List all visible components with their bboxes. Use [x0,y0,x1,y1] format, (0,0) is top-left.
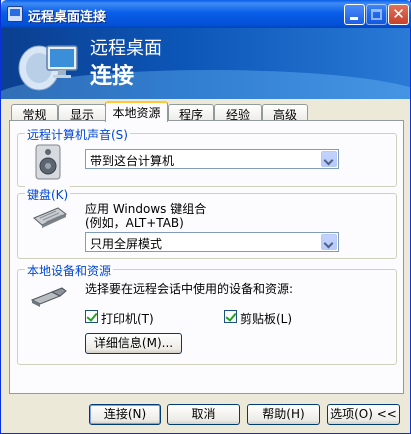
tab-general[interactable]: 常规 [11,104,58,122]
keyboard-dropdown-arrow-icon[interactable] [321,234,337,250]
keyboard-group: 键盘(K) 应用 Windows 键组合 (例如，ALT+TAB) 只用全屏模式 [17,186,397,259]
details-button[interactable]: 详细信息(M)... [85,333,182,354]
remote-desktop-logo-icon [18,45,78,91]
usb-plug-icon [30,287,67,307]
sound-select-value: 带到这台计算机 [90,154,175,168]
remote-desktop-window: 远程桌面连接 ✕ 远程桌面 连接 常规 显示 本地资源 程序 经验 高级 远程计… [0,0,411,434]
clipboard-checkbox[interactable] [224,310,237,323]
sound-select[interactable]: 带到这台计算机 [85,149,339,169]
sound-group-label: 远程计算机声音(S) [25,126,130,143]
printers-label[interactable]: 打印机(T) [101,310,154,327]
tab-display[interactable]: 显示 [58,104,106,122]
sound-dropdown-arrow-icon[interactable] [321,151,337,167]
banner-title-line2: 连接 [90,64,135,89]
banner: 远程桌面 连接 [1,28,410,99]
maximize-button [366,4,387,25]
cancel-button[interactable]: 取消 [167,404,240,425]
sound-group: 远程计算机声音(S) 带到这台计算机 [17,126,397,187]
close-button[interactable]: ✕ [388,4,409,25]
app-icon[interactable] [7,6,23,22]
minimize-button[interactable] [344,4,365,25]
banner-title-line1: 远程桌面 [90,38,162,59]
window-title: 远程桌面连接 [28,10,107,25]
local-resources-panel: 远程计算机声音(S) 带到这台计算机 键盘(K) 应用 Windows 键组合 … [9,120,404,394]
speaker-icon [35,144,61,180]
tab-programs[interactable]: 程序 [168,104,214,122]
devices-group: 本地设备和资源 选择要在远程会话中使用的设备和资源: 打印机(T) 剪贴板(L)… [17,262,397,365]
tab-advanced[interactable]: 高级 [262,104,308,122]
keyboard-description-line2: (例如，ALT+TAB) [85,216,184,230]
minimize-icon [350,17,358,20]
tab-experience[interactable]: 经验 [214,104,262,122]
maximize-icon [371,9,382,20]
keyboard-icon [33,207,67,228]
devices-description: 选择要在远程会话中使用的设备和资源: [85,282,294,296]
devices-group-label: 本地设备和资源 [25,262,114,279]
tab-local-resources[interactable]: 本地资源 [105,101,168,122]
printers-checkbox[interactable] [85,310,98,323]
options-button[interactable]: 选项(O) << [327,404,400,425]
clipboard-label[interactable]: 剪贴板(L) [240,310,292,327]
keyboard-group-label: 键盘(K) [25,186,71,203]
keyboard-select[interactable]: 只用全屏模式 [85,232,339,252]
title-bar[interactable]: 远程桌面连接 ✕ [1,0,411,28]
connect-button[interactable]: 连接(N) [89,404,161,425]
keyboard-select-value: 只用全屏模式 [90,237,163,251]
close-icon: ✕ [392,5,405,23]
help-button[interactable]: 帮助(H) [247,404,320,425]
